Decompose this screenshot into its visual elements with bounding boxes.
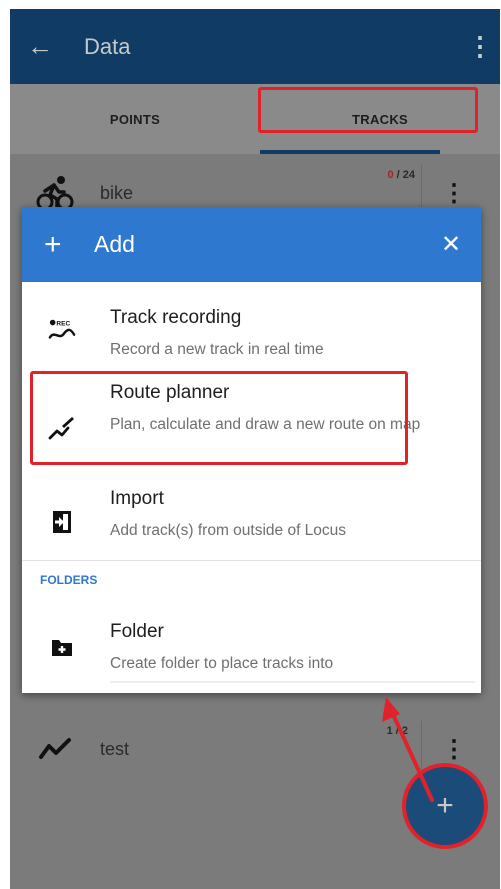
import-icon bbox=[48, 508, 76, 536]
dialog-header: + Add ✕ bbox=[22, 207, 481, 282]
route-planner-highlight bbox=[30, 371, 408, 465]
track-count: 1 / 2 bbox=[386, 725, 408, 737]
add-option-import[interactable]: Import Add track(s) from outside of Locu… bbox=[22, 474, 481, 560]
tab-points[interactable]: POINTS bbox=[10, 84, 260, 154]
track-name: test bbox=[100, 738, 130, 759]
more-vert-icon[interactable]: ⋮ bbox=[442, 735, 466, 764]
bike-icon bbox=[10, 175, 100, 211]
arrow-back-icon[interactable]: ← bbox=[10, 31, 70, 62]
option-subtitle: Add track(s) from outside of Locus bbox=[110, 522, 347, 539]
add-option-folder[interactable]: Folder Create folder to place tracks int… bbox=[22, 599, 481, 689]
tracks-tab-highlight bbox=[258, 87, 478, 133]
svg-text:REC: REC bbox=[56, 320, 70, 327]
plus-icon: + bbox=[44, 227, 62, 261]
option-title: Track recording bbox=[110, 307, 242, 328]
tab-indicator bbox=[260, 150, 440, 154]
track-name: bike bbox=[100, 182, 134, 203]
track-line-icon bbox=[10, 737, 100, 761]
plus-icon: + bbox=[436, 789, 454, 822]
dialog-title: Add bbox=[94, 231, 135, 257]
rec-track-icon: REC bbox=[48, 316, 76, 344]
more-vert-icon[interactable]: ⋮ bbox=[460, 31, 500, 62]
more-vert-icon[interactable]: ⋮ bbox=[442, 179, 466, 208]
app-bar: ← Data ⋮ bbox=[10, 9, 500, 84]
option-subtitle: Record a new track in real time bbox=[110, 341, 324, 358]
section-label-folders: FOLDERS bbox=[40, 573, 98, 587]
close-icon[interactable]: ✕ bbox=[429, 230, 473, 259]
option-title: Folder bbox=[110, 621, 164, 642]
add-folder-icon bbox=[48, 633, 76, 661]
add-option-track-recording[interactable]: REC Track recording Record a new track i… bbox=[22, 282, 481, 368]
app-bar-title: Data bbox=[84, 33, 131, 59]
option-subtitle: Create folder to place tracks into bbox=[110, 655, 334, 672]
section-divider bbox=[22, 560, 481, 561]
divider bbox=[421, 721, 422, 777]
add-fab-button[interactable]: + bbox=[406, 767, 484, 845]
option-title: Import bbox=[110, 488, 164, 509]
divider bbox=[110, 681, 475, 683]
track-count: 0 / 24 bbox=[387, 169, 415, 181]
